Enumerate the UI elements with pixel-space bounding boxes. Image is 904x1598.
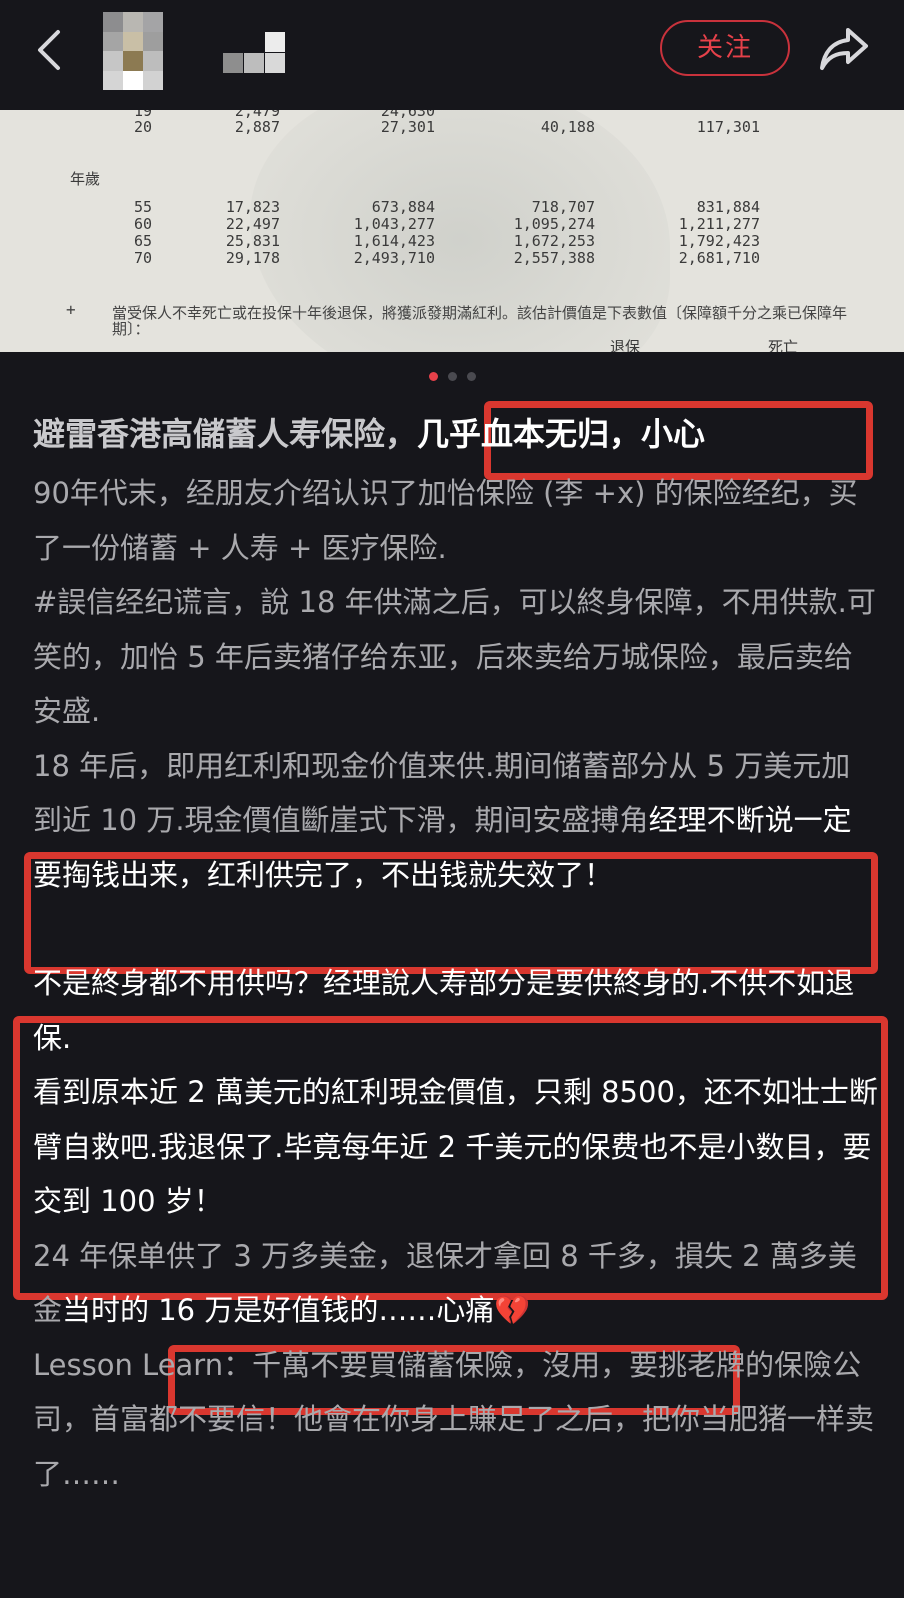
table-cell: 70 [133, 249, 152, 267]
carousel-dot[interactable] [447, 372, 457, 381]
document-photo[interactable]: 19 2,479 24,630 20 2,887 27,301 40,188 117,301 5… [0, 110, 904, 352]
table-cell: 1,614,423 [353, 232, 435, 250]
avatar[interactable] [103, 12, 163, 90]
table-cell: 117,301 [696, 118, 760, 136]
table-cell: 25,831 [225, 232, 280, 250]
back-arrow-icon[interactable] [30, 28, 70, 72]
table-cell: 2,887 [234, 118, 280, 136]
username-mosaic[interactable] [223, 32, 285, 73]
table-cell: 1,792,423 [678, 232, 760, 250]
table-cell: 22,497 [225, 215, 280, 233]
table-cell: 60 [133, 215, 152, 233]
paragraph-hashtag: #誤信经纪谎言，說 18 年供滿之后，可以終身保障，不用供款.可笑的，加怡 5 … [33, 585, 876, 728]
carousel-indicator [0, 372, 904, 384]
table-cell: 55 [133, 198, 152, 216]
table-cell: 17,823 [225, 198, 280, 216]
paragraph-highlight: 不是終身都不用供吗？经理說人寿部分是要供終身的.不供不如退保. [33, 966, 855, 1055]
table-cell: 2,681,710 [678, 249, 760, 267]
note-tail-1: 退保 [610, 338, 641, 352]
table-cell: 1,211,277 [678, 215, 760, 233]
heartbreak-text: 当时的 16 万是好值钱的……心痛 [62, 1293, 495, 1327]
paragraph: 90年代末，经朋友介绍认识了加怡保险 (李 +x) 的保险经纪，买了一份储蓄 +… [33, 476, 858, 565]
table-cell: 65 [133, 232, 152, 250]
age-label: 年歲 [70, 170, 101, 188]
table-cell: 27,301 [380, 118, 435, 136]
table-cell: 29,178 [225, 249, 280, 267]
post-body: 避雷香港高儲蓄人寿保险，几乎血本无归，小心 90年代末，经朋友介绍认识了加怡保险… [33, 402, 878, 1501]
paragraph-lesson: Lesson Learn：千萬不要買儲蓄保險，沒用，要挑老牌的保險公司，首富都不… [33, 1347, 875, 1491]
broken-heart-icon: 💔 [494, 1293, 531, 1327]
table-cell: 718,707 [531, 198, 595, 216]
table-cell: 1,043,277 [353, 215, 435, 233]
post-title: 避雷香港高儲蓄人寿保险，几乎血本无归，小心 [33, 402, 878, 466]
table-cell: 831,884 [696, 198, 760, 216]
table-cell: 40,188 [540, 118, 595, 136]
table-cell: 1,095,274 [513, 215, 595, 233]
title-part-1: 避雷香港高儲蓄人寿保险， [33, 415, 418, 453]
paragraph: 18 年后，即用红利和现金价值来供.期间储蓄部分从 5 万美元加到近 10 万.… [33, 739, 878, 903]
table-cell: 2,557,388 [513, 249, 595, 267]
follow-button[interactable]: 关注 [660, 20, 790, 76]
share-arrow-icon[interactable] [818, 26, 870, 72]
carousel-dot[interactable] [466, 372, 476, 381]
photo-note: 當受保人不幸死亡或在投保十年後退保，將獲派發期滿紅利。該估計價值是下表數值〔保障… [112, 304, 848, 338]
note-tail-2: 死亡 [768, 338, 799, 352]
top-bar: 关注 [0, 0, 904, 110]
title-part-2: 几乎血本无归，小心 [417, 415, 706, 453]
table-cell: 1,672,253 [513, 232, 595, 250]
paragraph-highlight: 看到原本近 2 萬美元的紅利現金價值，只剩 8500，还不如壮士断臂自救吧.我退… [33, 1075, 878, 1218]
table-cell: 673,884 [371, 198, 435, 216]
table-cell: 20 [133, 118, 152, 136]
table-cell: 2,493,710 [353, 249, 435, 267]
note-plus: + [66, 300, 76, 319]
carousel-dot[interactable] [428, 372, 438, 381]
paragraph: 24 年保单供了 3 万多美金，退保才拿回 8 千多，損失 2 萬多美金当时的 … [33, 1229, 878, 1338]
